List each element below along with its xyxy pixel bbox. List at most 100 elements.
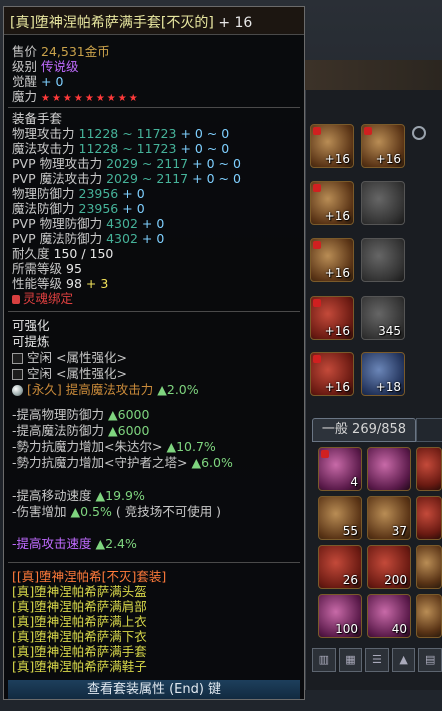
effect-row: -勢力抗魔力增加<守护者之塔> ▲6.0% (12, 455, 233, 470)
damage-row: -伤害增加 ▲0.5% ( 竞技场不可使用 ) (12, 504, 222, 519)
view-set-attributes-hint: 查看套装属性 (End) 键 (8, 680, 300, 699)
magic-row: 魔力 ★★★★★★★★★ (12, 89, 140, 104)
stat-row: 魔法攻击力 11228 ~ 11723 + 0 ~ 0 (12, 141, 230, 156)
star-icons: ★★★★★★★★★ (41, 93, 140, 104)
equip-slot-weapon-box[interactable] (361, 238, 405, 282)
set-item: [真]堕神涅帕希萨满手套 (12, 644, 147, 659)
lock-icon (313, 241, 321, 249)
set-item: [真]堕神涅帕希萨满肩部 (12, 599, 147, 614)
equip-slot-empty[interactable] (361, 181, 405, 225)
socket-row[interactable]: 空闲 <属性强化> (12, 366, 127, 381)
soul-bind-row: 灵魂绑定 (12, 291, 73, 306)
empty-socket-icon (12, 369, 23, 380)
equip-type: 装备手套 (12, 111, 63, 126)
equip-slot-pants[interactable]: +16 (310, 238, 354, 282)
inventory-slot[interactable]: 55 (318, 496, 362, 540)
set-name: [[真]堕神涅帕希[不灭]套装] (12, 569, 167, 584)
equip-slot-belt[interactable]: +16 (310, 296, 354, 340)
grid-view-icon[interactable]: ▦ (338, 648, 363, 672)
lock-icon (313, 299, 321, 307)
list-view-icon[interactable]: ☰ (365, 648, 389, 672)
stat-row: 物理防御力 23956 + 0 (12, 186, 145, 201)
item-title: [真]堕神涅帕希萨满手套[不灭的] + 16 (10, 12, 252, 32)
lock-icon (12, 295, 20, 304)
item-enhance-level: + 16 (218, 15, 253, 31)
socket-row[interactable]: 空闲 <属性强化> (12, 350, 127, 365)
attack-speed-row: -提高攻击速度 ▲2.4% (12, 536, 137, 551)
lock-icon (321, 450, 329, 458)
inventory-slot[interactable]: 40 (367, 594, 411, 638)
equip-slot-top[interactable]: +16 (361, 124, 405, 168)
equip-slot-weapon[interactable]: +18 (361, 352, 405, 396)
stat-row: 物理攻击力 11228 ~ 11723 + 0 ~ 0 (12, 126, 230, 141)
sort-icon[interactable]: ▲ (391, 648, 416, 672)
divider (8, 562, 300, 563)
inventory-slot[interactable] (416, 496, 442, 540)
slot-count: +16 (324, 266, 350, 280)
refine-title: 可提炼 (12, 334, 50, 349)
set-item: [真]堕神涅帕希萨满下衣 (12, 629, 147, 644)
equip-slot-chest[interactable]: +16 (310, 181, 354, 225)
set-item: [真]堕神涅帕希萨满上衣 (12, 614, 147, 629)
inventory-slot[interactable]: 100 (318, 594, 362, 638)
slot-count: 55 (342, 524, 358, 538)
effect-row: -提高魔法防御力 ▲6000 (12, 423, 150, 438)
rarity-value: 传说级 (41, 59, 79, 74)
inventory-slot[interactable]: 200 (367, 545, 411, 589)
lock-icon (364, 127, 372, 135)
stat-row: PVP 物理防御力 4302 + 0 (12, 216, 165, 231)
slot-count: 200 (384, 573, 407, 587)
inventory-slot[interactable]: 4 (318, 447, 362, 491)
stat-row: PVP 物理攻击力 2029 ~ 2117 + 0 ~ 0 (12, 156, 241, 171)
lock-icon (313, 184, 321, 192)
slot-count: 100 (335, 622, 358, 636)
inventory-slot[interactable] (416, 594, 442, 638)
expand-icon[interactable]: ▤ (418, 648, 442, 672)
equip-slot-title[interactable]: 345 (361, 296, 405, 340)
move-speed-row: -提高移动速度 ▲19.9% (12, 488, 145, 503)
stat-row: PVP 魔法防御力 4302 + 0 (12, 231, 165, 246)
slot-count: +16 (324, 209, 350, 223)
slot-count: 4 (350, 475, 358, 489)
required-level-row: 所需等级 95 (12, 261, 82, 276)
price-value: 24,531金币 (41, 44, 110, 59)
effect-row: -提高物理防御力 ▲6000 (12, 407, 150, 422)
slot-count: +16 (375, 152, 401, 166)
equip-slot-shoulder[interactable]: +16 (310, 124, 354, 168)
inventory-slot[interactable] (416, 447, 442, 491)
awaken-row: 觉醒 + 0 (12, 74, 64, 89)
level-row: 级别 传说级 (12, 59, 79, 74)
equip-slot-shoes[interactable]: +16 (310, 352, 354, 396)
durability-row: 耐久度 150 / 150 (12, 246, 114, 261)
effect-row: -勢力抗魔力增加<朱达尔> ▲10.7% (12, 439, 216, 454)
inventory-slot[interactable] (416, 545, 442, 589)
tab-next[interactable] (416, 418, 442, 442)
slot-count: +16 (324, 324, 350, 338)
price-row: 售价 24,531金币 (12, 44, 110, 59)
orb-icon (12, 385, 23, 396)
stat-row: 魔法防御力 23956 + 0 (12, 201, 145, 216)
set-item: [真]堕神涅帕希萨满鞋子 (12, 659, 147, 674)
tab-general[interactable]: 一般 269/858 (312, 418, 416, 442)
inventory-toolbar: ▥ ▦ ☰ ▲ ▤ (312, 648, 442, 674)
performance-level-row: 性能等级 98 + 3 (12, 276, 109, 291)
set-item: [真]堕神涅帕希萨满头盔 (12, 584, 147, 599)
item-tooltip: [真]堕神涅帕希萨满手套[不灭的] + 16 售价 24,531金币 级别 传说… (3, 6, 305, 700)
inventory-slot[interactable]: 26 (318, 545, 362, 589)
item-name: [真]堕神涅帕希萨满手套[不灭的] (10, 15, 214, 31)
slot-count: 40 (391, 622, 407, 636)
divider (8, 311, 300, 312)
slot-count: +18 (375, 380, 401, 394)
stat-row: PVP 魔法攻击力 2029 ~ 2117 + 0 ~ 0 (12, 171, 241, 186)
toggle-circle-button[interactable] (412, 126, 426, 140)
slot-count: 345 (378, 324, 401, 338)
trash-icon[interactable]: ▥ (312, 648, 336, 672)
empty-socket-icon (12, 353, 23, 364)
inventory-slot[interactable] (367, 447, 411, 491)
permanent-buff-row: [永久] 提高魔法攻击力 ▲2.0% (12, 382, 199, 397)
slot-count: 26 (342, 573, 358, 587)
slot-count: +16 (324, 380, 350, 394)
inventory-slot[interactable]: 37 (367, 496, 411, 540)
slot-count: 37 (391, 524, 407, 538)
lock-icon (313, 127, 321, 135)
